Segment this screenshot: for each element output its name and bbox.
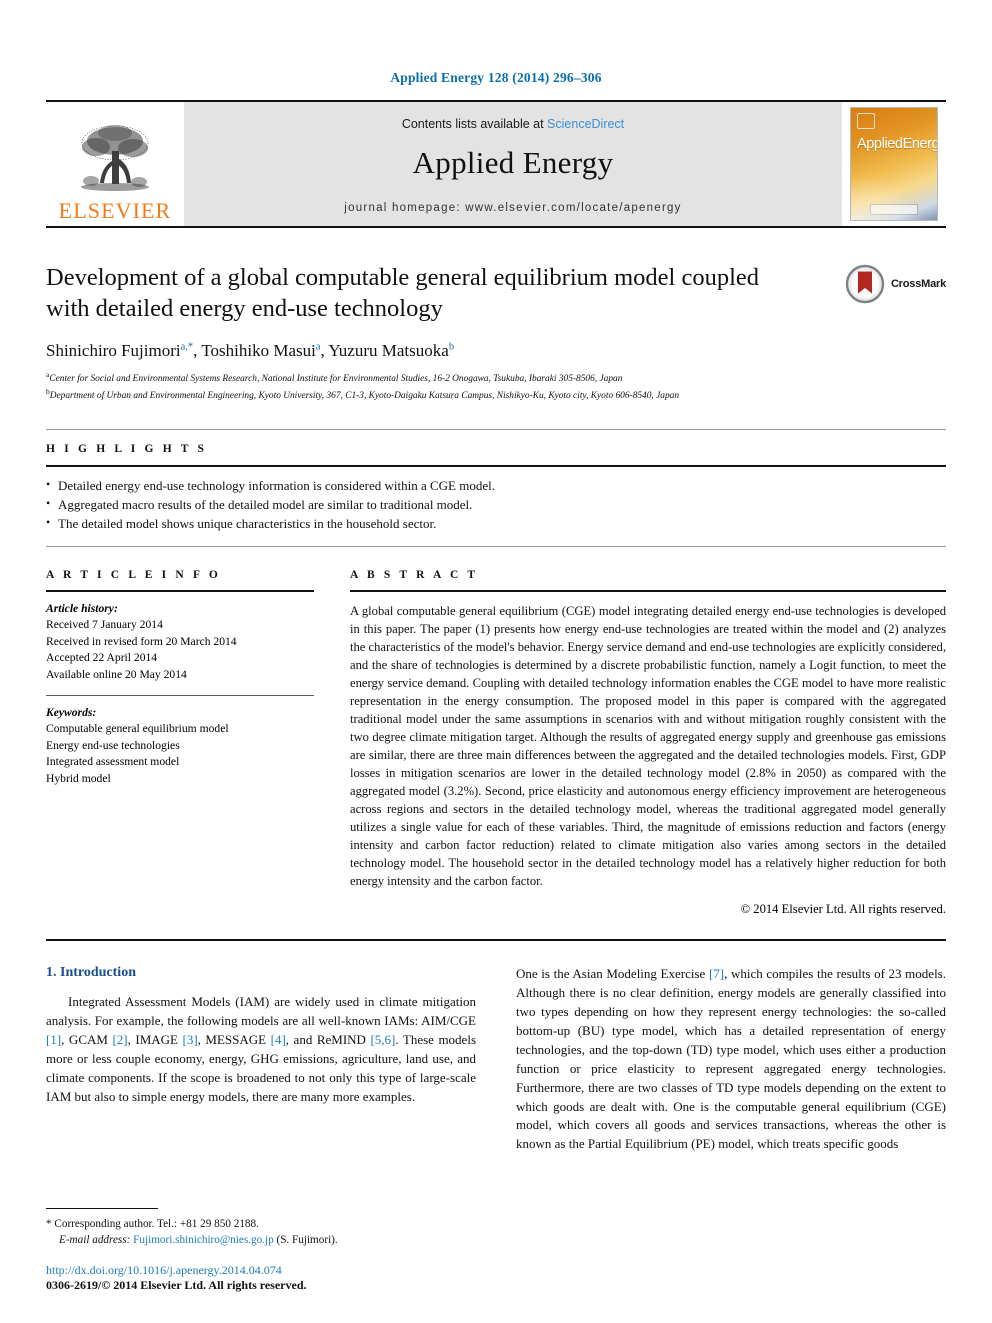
affiliation-a: aCenter for Social and Environmental Sys… (46, 369, 946, 386)
doi-block: http://dx.doi.org/10.1016/j.apenergy.201… (46, 1263, 466, 1293)
history-item: Received in revised form 20 March 2014 (46, 634, 237, 648)
intro-text-part: Integrated Assessment Models (IAM) are w… (46, 993, 476, 1028)
elsevier-wordmark: ELSEVIER (58, 198, 172, 223)
cover-elsevier-mark-icon (857, 113, 875, 129)
intro-text-part: , GCAM (61, 1031, 113, 1047)
body-columns: 1. Introduction Integrated Assessment Mo… (46, 965, 946, 1155)
cover-footer-badge (870, 204, 918, 215)
footnote-rule (46, 1207, 158, 1209)
body-column-right: One is the Asian Modeling Exercise [7], … (516, 965, 946, 1155)
highlight-item: The detailed model shows unique characte… (46, 514, 946, 534)
citation-ref[interactable]: [4] (271, 1032, 286, 1047)
author-3-marks: b (448, 341, 455, 353)
author-1-marks: a,* (180, 341, 194, 353)
abstract-column: A B S T R A C T A global computable gene… (350, 565, 946, 917)
info-abstract-row: A R T I C L E I N F O Article history: R… (46, 565, 946, 917)
sciencedirect-link[interactable]: ScienceDirect (547, 117, 624, 131)
email-suffix: (S. Fujimori). (276, 1233, 338, 1246)
cover-title-applied: Applied (857, 136, 903, 152)
keyword-item: Hybrid model (46, 771, 111, 785)
title-block: CrossMark Development of a global comput… (46, 262, 946, 403)
highlights-bottom-rule (46, 545, 946, 547)
crossmark-badge[interactable]: CrossMark (845, 264, 946, 304)
author-2-name: Toshihiko Masui (201, 340, 316, 360)
highlight-item: Detailed energy end-use technology infor… (46, 476, 946, 496)
keyword-item: Energy end-use technologies (46, 738, 180, 752)
citation-ref[interactable]: [5,6] (370, 1032, 395, 1047)
author-1-name: Shinichiro Fujimori (46, 340, 181, 360)
elsevier-tree-icon (81, 125, 149, 191)
page-title: Development of a global computable gener… (46, 264, 760, 323)
highlights-list: Detailed energy end-use technology infor… (46, 467, 946, 546)
intro-text-part: One is the Asian Modeling Exercise (516, 965, 709, 981)
citation-ref[interactable]: [1] (46, 1032, 61, 1047)
citation-ref[interactable]: [3] (183, 1032, 198, 1047)
email-note: E-mail address: Fujimori.shinichiro@nies… (46, 1232, 466, 1248)
highlights-heading: H I G H L I G H T S (46, 443, 208, 456)
contents-available-line: Contents lists available at ScienceDirec… (402, 117, 624, 131)
intro-paragraph-left: Integrated Assessment Models (IAM) are w… (46, 993, 476, 1107)
running-head: Applied Energy 128 (2014) 296–306 (390, 70, 602, 85)
citation-ref[interactable]: [7] (709, 966, 724, 981)
keyword-item: Computable general equilibrium model (46, 722, 229, 736)
abstract-heading: A B S T R A C T (350, 568, 479, 581)
doi-link[interactable]: http://dx.doi.org/10.1016/j.apenergy.201… (46, 1263, 466, 1278)
journal-band: Contents lists available at ScienceDirec… (184, 102, 842, 226)
keywords-label: Keywords: (46, 705, 97, 719)
intro-text-part: , which compiles the results of 23 model… (516, 965, 946, 1152)
article-info-heading: A R T I C L E I N F O (46, 568, 221, 581)
footnote-block: * Corresponding author. Tel.: +81 29 850… (46, 1207, 466, 1293)
body-top-rule (46, 938, 946, 941)
citation-ref[interactable]: [2] (112, 1032, 127, 1047)
affiliation-a-text: Center for Social and Environmental Syst… (49, 373, 623, 384)
article-history-block: Article history: Received 7 January 2014… (46, 592, 314, 683)
corresponding-author-note: * Corresponding author. Tel.: +81 29 850… (46, 1217, 259, 1230)
email-link[interactable]: Fujimori.shinichiro@nies.go.jp (133, 1234, 274, 1246)
history-item: Accepted 22 April 2014 (46, 651, 158, 665)
journal-masthead: ELSEVIER Contents lists available at Sci… (46, 100, 946, 228)
section-heading-introduction: 1. Introduction (46, 964, 136, 980)
cover-title: AppliedEnergy (857, 136, 937, 152)
affiliation-list: aCenter for Social and Environmental Sys… (46, 369, 946, 403)
author-3: Yuzuru Matsuokab (328, 341, 454, 360)
cover-title-energy: Energy (902, 136, 937, 152)
article-history-label: Article history: (46, 601, 118, 615)
history-item: Available online 20 May 2014 (46, 667, 187, 681)
intro-text-part: , and ReMIND (285, 1031, 371, 1047)
highlight-item: Aggregated macro results of the detailed… (46, 495, 946, 515)
intro-text-part: , MESSAGE (197, 1031, 271, 1047)
author-3-name: Yuzuru Matsuoka (328, 340, 449, 360)
elsevier-logo: ELSEVIER (46, 102, 184, 226)
affiliation-b: bDepartment of Urban and Environmental E… (46, 386, 946, 403)
highlights-section: H I G H L I G H T S Detailed energy end-… (46, 429, 946, 547)
abstract-text: A global computable general equilibrium … (350, 603, 946, 888)
affiliation-b-text: Department of Urban and Environmental En… (49, 391, 680, 402)
journal-cover-thumbnail: AppliedEnergy (842, 102, 946, 226)
issn-copyright-line: 0306-2619/© 2014 Elsevier Ltd. All right… (46, 1278, 307, 1292)
intro-text-part: , IMAGE (127, 1031, 183, 1047)
author-list: Shinichiro Fujimoria,*, Toshihiko Masuia… (46, 340, 455, 360)
crossmark-icon (845, 264, 885, 304)
author-1: Shinichiro Fujimoria,* (46, 341, 193, 360)
cover-image: AppliedEnergy (850, 107, 938, 221)
journal-homepage-link[interactable]: journal homepage: www.elsevier.com/locat… (344, 202, 681, 214)
article-info-column: A R T I C L E I N F O Article history: R… (46, 565, 314, 917)
paper-page: Applied Energy 128 (2014) 296–306 ELSEVI… (0, 0, 992, 1323)
crossmark-label: CrossMark (890, 278, 946, 290)
email-label: E-mail address: (59, 1233, 131, 1246)
journal-title: Applied Energy (412, 144, 614, 180)
author-2-marks: a (315, 341, 321, 353)
keyword-item: Integrated assessment model (46, 755, 180, 769)
history-item: Received 7 January 2014 (46, 618, 163, 632)
author-2: Toshihiko Masuia (201, 341, 320, 360)
body-column-left: 1. Introduction Integrated Assessment Mo… (46, 965, 476, 1155)
abstract-copyright: © 2014 Elsevier Ltd. All rights reserved… (740, 901, 946, 916)
intro-paragraph-right: One is the Asian Modeling Exercise [7], … (516, 965, 946, 1155)
contents-prefix: Contents lists available at (401, 116, 548, 131)
keywords-block: Keywords: Computable general equilibrium… (46, 696, 314, 787)
